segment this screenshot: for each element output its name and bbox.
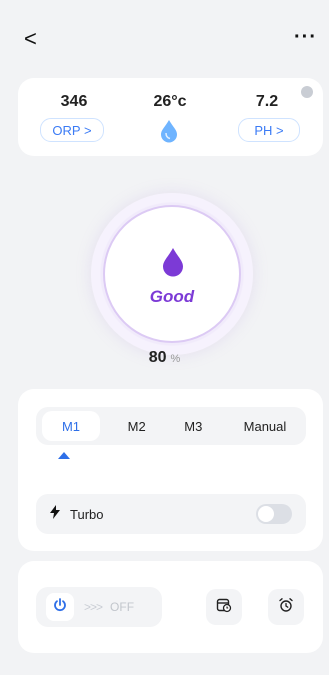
ph-button[interactable]: PH > (238, 118, 300, 142)
turbo-label: Turbo (70, 506, 104, 522)
water-drop-icon (159, 119, 179, 148)
power-icon (53, 597, 67, 617)
power-button[interactable] (46, 593, 74, 621)
slide-chevrons-icon: >>> (84, 600, 103, 614)
toggle-knob (258, 506, 274, 522)
tab-m2[interactable]: M2 (117, 411, 157, 441)
power-control[interactable]: >>> OFF (36, 587, 162, 627)
lightning-icon (50, 504, 60, 524)
tab-m1[interactable]: M1 (42, 411, 100, 441)
temperature-value: 26°c (153, 93, 187, 110)
orp-value: 346 (60, 93, 88, 110)
power-state-label: OFF (110, 600, 135, 614)
water-drop-purple-icon (161, 247, 185, 282)
alarm-button[interactable] (268, 589, 304, 625)
ph-label: PH > (254, 122, 284, 138)
orp-label: ORP > (52, 122, 92, 138)
schedule-button[interactable] (206, 589, 242, 625)
back-button[interactable]: < (24, 28, 37, 50)
calendar-clock-icon (216, 597, 232, 618)
stats-card: 346 ORP > 26°c 7.2 PH > (18, 78, 323, 156)
mode-card: M1 M2 M3 Manual Turbo (18, 389, 323, 551)
mode-tabs: M1 M2 M3 Manual (36, 407, 306, 445)
alarm-clock-icon (278, 597, 294, 618)
active-tab-indicator (58, 452, 70, 459)
status-ring: Good (91, 193, 253, 355)
tab-m3[interactable]: M3 (173, 411, 213, 441)
percentage-display: 80% (0, 349, 329, 367)
water-quality-label: Good (149, 287, 195, 306)
more-options-button[interactable]: ··· (294, 26, 317, 49)
tab-manual[interactable]: Manual (230, 411, 300, 441)
percentage-unit: % (170, 353, 181, 365)
orp-button[interactable]: ORP > (40, 118, 104, 142)
status-ring-inner: Good (103, 205, 241, 343)
percentage-value: 80 (148, 349, 167, 366)
ph-value: 7.2 (255, 93, 279, 110)
turbo-toggle[interactable] (256, 504, 292, 524)
control-card: >>> OFF (18, 561, 323, 653)
turbo-row: Turbo (36, 494, 306, 534)
